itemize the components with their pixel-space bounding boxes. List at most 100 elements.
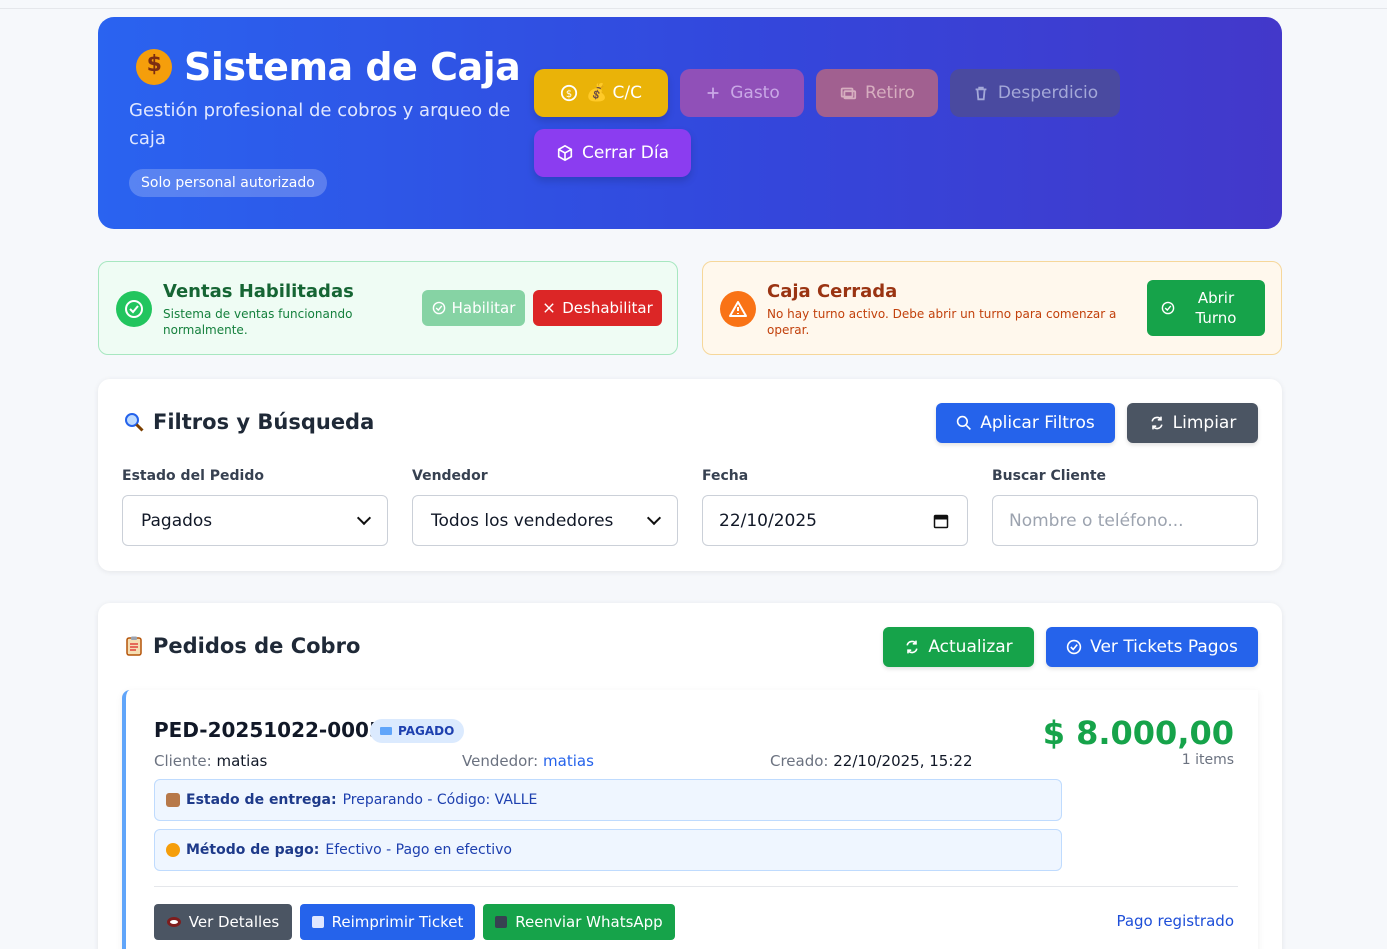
view-details-button[interactable]: Ver Detalles: [154, 904, 292, 940]
credit-card-icon: [380, 727, 392, 735]
cerrar-dia-button[interactable]: Cerrar Día: [534, 129, 691, 177]
fecha-label: Fecha: [702, 468, 749, 484]
check-circle-icon: [1066, 639, 1082, 655]
resend-whatsapp-button[interactable]: Reenviar WhatsApp: [483, 904, 675, 940]
fecha-input[interactable]: 22/10/2025: [702, 495, 968, 546]
filters-card: Filtros y Búsqueda Aplicar Filtros Limpi…: [98, 379, 1282, 571]
sales-status-description: Sistema de ventas funcionando normalment…: [163, 307, 353, 337]
paid-tickets-button[interactable]: Ver Tickets Pagos: [1046, 627, 1258, 667]
paid-tickets-label: Ver Tickets Pagos: [1090, 637, 1238, 657]
filters-title-text: Filtros y Búsqueda: [153, 410, 375, 434]
vendedor-value: Todos los vendedores: [431, 510, 614, 531]
disable-sales-label: Deshabilitar: [562, 299, 653, 317]
order-items-count: 1 items: [1181, 752, 1234, 768]
order-seller: Vendedor: matias: [462, 752, 594, 770]
cc-button-label: 💰 C/C: [585, 83, 643, 103]
client-value: matias: [216, 752, 268, 770]
payment-method-label: Método de pago:: [186, 842, 320, 858]
orders-title-text: Pedidos de Cobro: [153, 634, 361, 658]
created-label: Creado:: [770, 752, 829, 770]
refresh-icon: [906, 640, 918, 654]
refresh-icon: [1151, 416, 1163, 430]
svg-text:$: $: [566, 89, 572, 100]
header-banner: Sistema de Caja Gestión profesional de c…: [98, 17, 1282, 229]
delivery-label: Estado de entrega:: [186, 792, 337, 808]
page-subtitle: Gestión profesional de cobros y arqueo d…: [129, 100, 511, 149]
delivery-value: Preparando - Código: VALLE: [342, 792, 538, 808]
sales-status-panel: Ventas Habilitadas Sistema de ventas fun…: [98, 261, 678, 355]
seller-value[interactable]: matias: [543, 752, 594, 770]
estado-value: Pagados: [141, 510, 213, 531]
plus-icon: [707, 87, 719, 99]
magnifier-icon: [125, 413, 144, 432]
search-icon: [957, 415, 972, 430]
gasto-button[interactable]: Gasto: [680, 69, 804, 117]
payment-registered-text: Pago registrado: [1116, 912, 1234, 930]
money-bag-icon: [166, 843, 180, 857]
retiro-button[interactable]: Retiro: [816, 69, 938, 117]
seller-label: Vendedor:: [462, 752, 539, 770]
payment-method-value: Efectivo - Pago en efectivo: [325, 842, 512, 858]
phone-icon: [495, 916, 508, 928]
desperdicio-button[interactable]: Desperdicio: [950, 69, 1120, 117]
clear-filters-label: Limpiar: [1172, 413, 1237, 433]
box-icon: [557, 144, 573, 162]
order-id: PED-20251022-0005: [154, 718, 383, 742]
desperdicio-button-label: Desperdicio: [997, 83, 1099, 103]
order-card[interactable]: PED-20251022-0005 PAGADO $ 8.000,00 1 it…: [122, 690, 1258, 949]
eye-icon: [166, 917, 181, 927]
vendedor-select[interactable]: Todos los vendedores: [412, 495, 678, 546]
trash-icon: [975, 86, 987, 101]
clear-filters-button[interactable]: Limpiar: [1127, 403, 1258, 443]
page-title-text: Sistema de Caja: [184, 45, 521, 89]
status-badge: PAGADO: [370, 719, 465, 743]
apply-filters-button[interactable]: Aplicar Filtros: [936, 403, 1115, 443]
refresh-orders-label: Actualizar: [928, 637, 1013, 657]
created-value: 22/10/2025, 15:22: [833, 752, 973, 770]
dollar-circle-icon: $: [560, 84, 578, 102]
reprint-ticket-button[interactable]: Reimprimir Ticket: [300, 904, 475, 940]
fecha-value: 22/10/2025: [719, 510, 817, 531]
top-divider: [0, 8, 1387, 9]
order-client: Cliente: matias: [154, 752, 267, 770]
sales-status-title: Ventas Habilitadas: [163, 281, 354, 302]
cash-status-title: Caja Cerrada: [767, 281, 898, 302]
order-amount: $ 8.000,00: [1042, 714, 1234, 752]
apply-filters-label: Aplicar Filtros: [980, 413, 1095, 433]
cerrar-dia-button-label: Cerrar Día: [581, 143, 670, 163]
reprint-ticket-label: Reimprimir Ticket: [331, 913, 464, 931]
cliente-placeholder: Nombre o teléfono...: [1009, 510, 1184, 531]
chevron-down-icon: [646, 510, 662, 526]
enable-sales-label: Habilitar: [451, 299, 516, 317]
filters-title: Filtros y Búsqueda: [123, 410, 374, 434]
authorized-badge: Solo personal autorizado: [129, 169, 327, 197]
cc-button[interactable]: $ 💰 C/C: [534, 69, 668, 117]
warning-icon: [720, 291, 756, 327]
close-icon: [544, 303, 554, 313]
cash-status-description: No hay turno activo. Debe abrir un turno…: [767, 307, 1117, 337]
refresh-orders-button[interactable]: Actualizar: [883, 627, 1034, 667]
cliente-search-input[interactable]: Nombre o teléfono...: [992, 495, 1258, 546]
check-circle-icon: [116, 291, 152, 327]
cliente-label: Buscar Cliente: [992, 468, 1107, 484]
delivery-status-box: Estado de entrega: Preparando - Código: …: [154, 779, 1062, 821]
open-shift-button[interactable]: Abrir Turno: [1147, 280, 1265, 336]
page-title: Sistema de Caja: [136, 45, 521, 89]
disable-sales-button[interactable]: Deshabilitar: [533, 290, 662, 326]
divider: [154, 886, 1238, 887]
calendar-icon[interactable]: [933, 513, 949, 529]
chevron-down-icon: [356, 510, 372, 526]
package-icon: [166, 793, 180, 807]
estado-select[interactable]: Pagados: [122, 495, 388, 546]
status-badge-text: PAGADO: [398, 724, 455, 738]
check-icon: [432, 301, 445, 315]
vendedor-label: Vendedor: [412, 468, 488, 484]
money-bag-icon: [136, 49, 172, 85]
open-shift-label: Abrir Turno: [1195, 289, 1237, 327]
orders-title: Pedidos de Cobro: [123, 634, 360, 658]
cash-icon: [840, 87, 857, 100]
check-circle-icon: [1161, 301, 1175, 315]
retiro-button-label: Retiro: [865, 83, 915, 103]
payment-method-box: Método de pago: Efectivo - Pago en efect…: [154, 829, 1062, 871]
enable-sales-button[interactable]: Habilitar: [422, 290, 525, 326]
